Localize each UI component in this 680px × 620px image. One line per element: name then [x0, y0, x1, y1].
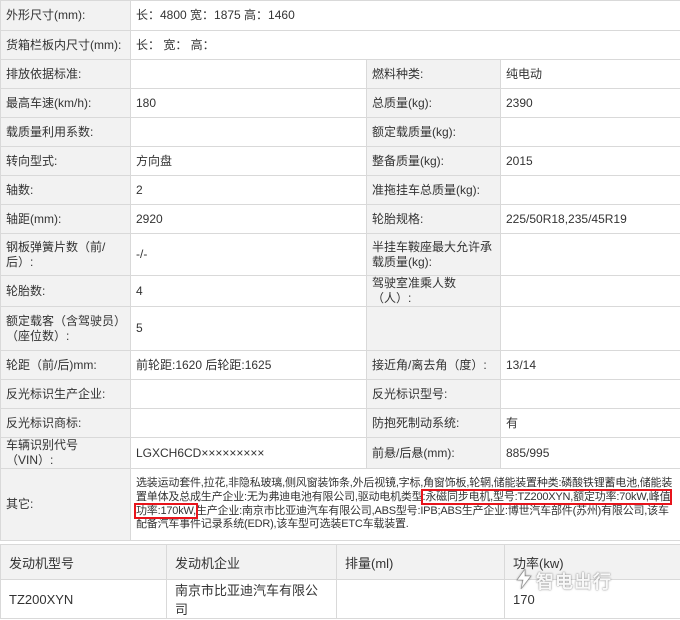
- engine-header-cell: 排量(ml): [336, 544, 505, 580]
- watermark: 智电出行: [516, 567, 612, 594]
- spec-row-other: 其它: 选装运动套件,拉花,非隐私玻璃,侧风窗装饰条,外后视镜,字标,角窗饰板,…: [0, 468, 680, 541]
- other-notes: 选装运动套件,拉花,非隐私玻璃,侧风窗装饰条,外后视镜,字标,角窗饰板,轮辋,储…: [129, 468, 680, 541]
- spec-label: 整备质量(kg):: [366, 146, 501, 176]
- spec-value: [499, 379, 680, 409]
- spec-label: 额定载质量(kg):: [366, 117, 501, 147]
- spec-value: 长： 宽： 高：: [129, 30, 680, 60]
- spec-value: [130, 408, 367, 438]
- other-text-after: 生产企业:南京市比亚迪汽车有限公司,ABS型号:IPB;ABS生产企业:博世汽车…: [136, 504, 669, 531]
- spec-value: 纯电动: [499, 59, 680, 89]
- spec-label: 反光标识生产企业:: [0, 379, 131, 409]
- spec-row: 转向型式: 方向盘 整备质量(kg): 2015: [0, 146, 680, 176]
- spec-label: 钢板弹簧片数（前/后）:: [0, 233, 131, 276]
- spec-label: 燃料种类:: [366, 59, 501, 89]
- spec-value: [499, 117, 680, 147]
- spec-value: 长：4800 宽：1875 高：1460: [129, 0, 680, 31]
- spec-value: [499, 306, 680, 351]
- spec-label: 车辆识别代号（VIN）:: [0, 437, 131, 469]
- spec-value: 方向盘: [130, 146, 367, 176]
- spec-row: 轴距(mm): 2920 轮胎规格: 225/50R18,235/45R19: [0, 204, 680, 234]
- spec-label: 转向型式:: [0, 146, 131, 176]
- spec-label: 轮距（前/后)mm:: [0, 350, 131, 380]
- spec-row: 额定载客（含驾驶员）（座位数）: 5: [0, 306, 680, 351]
- spec-row: 钢板弹簧片数（前/后）: -/- 半挂车鞍座最大允许承载质量(kg):: [0, 233, 680, 276]
- spec-value: 2390: [499, 88, 680, 118]
- engine-cell: TZ200XYN: [0, 579, 167, 619]
- spec-row: 排放依据标准: 燃料种类: 纯电动: [0, 59, 680, 89]
- spec-value: 2: [130, 175, 367, 205]
- spec-label: 准拖挂车总质量(kg):: [366, 175, 501, 205]
- engine-cell: 南京市比亚迪汽车有限公司: [166, 579, 337, 619]
- spec-label: 载质量利用系数:: [0, 117, 131, 147]
- spec-row: 载质量利用系数: 额定载质量(kg):: [0, 117, 680, 147]
- spec-label: 反光标识商标:: [0, 408, 131, 438]
- spec-row: 反光标识商标: 防抱死制动系统: 有: [0, 408, 680, 438]
- spec-label: 最高车速(km/h):: [0, 88, 131, 118]
- spec-row: 外形尺寸(mm): 长：4800 宽：1875 高：1460: [0, 0, 680, 31]
- spec-value: 有: [499, 408, 680, 438]
- spec-label: 半挂车鞍座最大允许承载质量(kg):: [366, 233, 501, 276]
- lightning-logo-icon: [516, 567, 532, 594]
- spec-label: 轮胎规格:: [366, 204, 501, 234]
- spec-label: 排放依据标准:: [0, 59, 131, 89]
- spec-row: 反光标识生产企业: 反光标识型号:: [0, 379, 680, 409]
- spec-value: 4: [130, 275, 367, 307]
- spec-label: 额定载客（含驾驶员）（座位数）:: [0, 306, 131, 351]
- spec-label: 前悬/后悬(mm):: [366, 437, 501, 469]
- spec-value: 225/50R18,235/45R19: [499, 204, 680, 234]
- spec-label: 货箱栏板内尺寸(mm):: [0, 30, 131, 60]
- other-label: 其它:: [0, 468, 131, 541]
- spec-value: 180: [130, 88, 367, 118]
- spec-label: 轴距(mm):: [0, 204, 131, 234]
- spec-value: [499, 175, 680, 205]
- spec-label: 接近角/离去角（度）:: [366, 350, 501, 380]
- spec-row: 轴数: 2 准拖挂车总质量(kg):: [0, 175, 680, 205]
- engine-cell: [336, 579, 505, 619]
- spec-label: 防抱死制动系统:: [366, 408, 501, 438]
- watermark-text: 智电出行: [536, 572, 612, 592]
- spec-value: 前轮距:1620 后轮距:1625: [130, 350, 367, 380]
- spec-value: LGXCH6CD×××××××××: [130, 437, 367, 469]
- spec-value: [499, 233, 680, 276]
- spec-row: 车辆识别代号（VIN）: LGXCH6CD××××××××× 前悬/后悬(mm)…: [0, 437, 680, 469]
- spec-value: 5: [130, 306, 367, 351]
- engine-header-cell: 发动机企业: [166, 544, 337, 580]
- spec-value: 2920: [130, 204, 367, 234]
- vehicle-spec-table: 外形尺寸(mm): 长：4800 宽：1875 高：1460 货箱栏板内尺寸(m…: [0, 0, 680, 541]
- spec-row: 轮距（前/后)mm: 前轮距:1620 后轮距:1625 接近角/离去角（度）:…: [0, 350, 680, 380]
- spec-label: 驾驶室准乘人数（人）:: [366, 275, 501, 307]
- spec-row: 轮胎数: 4 驾驶室准乘人数（人）:: [0, 275, 680, 307]
- spec-value: [130, 117, 367, 147]
- spec-label: 轮胎数:: [0, 275, 131, 307]
- spec-value: [130, 59, 367, 89]
- spec-label: 总质量(kg):: [366, 88, 501, 118]
- spec-value: 885/995: [499, 437, 680, 469]
- spec-value: -/-: [130, 233, 367, 276]
- engine-header-cell: 发动机型号: [0, 544, 167, 580]
- spec-value: [499, 275, 680, 307]
- spec-label: 外形尺寸(mm):: [0, 0, 131, 31]
- spec-value: [130, 379, 367, 409]
- spec-value: 2015: [499, 146, 680, 176]
- spec-value: 13/14: [499, 350, 680, 380]
- spec-label: 反光标识型号:: [366, 379, 501, 409]
- spec-label: [366, 306, 501, 351]
- spec-row: 货箱栏板内尺寸(mm): 长： 宽： 高：: [0, 30, 680, 60]
- spec-label: 轴数:: [0, 175, 131, 205]
- spec-row: 最高车速(km/h): 180 总质量(kg): 2390: [0, 88, 680, 118]
